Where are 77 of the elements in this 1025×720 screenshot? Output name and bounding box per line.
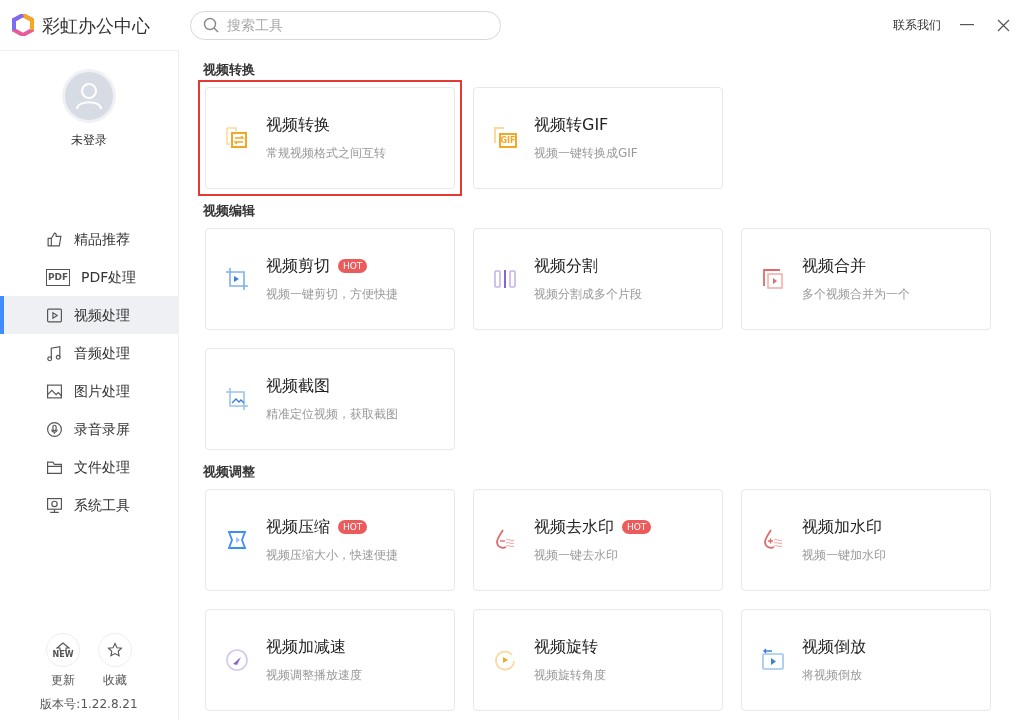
tool-title: 视频转GIF (534, 114, 609, 135)
tool-card[interactable]: 视频去水印 HOT 视频一键去水印 (473, 489, 723, 591)
sidebar-item[interactable]: 视频处理 (0, 296, 178, 334)
tool-title: 视频旋转 (534, 636, 598, 657)
minimize-icon (960, 24, 974, 26)
sidebar-item[interactable]: 系统工具 (0, 486, 178, 524)
tool-description: 视频分割成多个片段 (534, 285, 642, 303)
tool-card[interactable]: 视频加减速 视频调整播放速度 (205, 609, 455, 711)
sidebar-item[interactable]: 音频处理 (0, 334, 178, 372)
footer-label: 更新 (51, 672, 75, 689)
login-status[interactable]: 未登录 (71, 131, 107, 149)
play-icon (46, 306, 63, 324)
screenshot-icon (224, 386, 250, 412)
logo-icon (12, 14, 34, 36)
app-title: 彩虹办公中心 (42, 13, 150, 38)
music-note-icon (46, 344, 63, 362)
image-icon (46, 382, 63, 400)
speedometer-icon (224, 647, 250, 673)
tool-title: 视频压缩 (266, 516, 330, 537)
hot-badge: HOT (338, 258, 368, 273)
tool-description: 视频一键剪切，方便快捷 (266, 285, 398, 303)
tool-title: 视频截图 (266, 375, 330, 396)
tool-card[interactable]: 视频分割 视频分割成多个片段 (473, 228, 723, 330)
tool-title: 视频剪切 (266, 255, 330, 276)
house-arrow-icon (56, 641, 70, 651)
sidebar-item[interactable]: 图片处理 (0, 372, 178, 410)
thumbs-up-icon (46, 230, 63, 248)
tool-title: 视频倒放 (802, 636, 866, 657)
sidebar-item[interactable]: PDF PDF处理 (0, 258, 178, 296)
tool-card[interactable]: 视频压缩 HOT 视频压缩大小，快速便捷 (205, 489, 455, 591)
monitor-icon (46, 496, 63, 514)
tool-title: 视频加减速 (266, 636, 346, 657)
hot-badge: HOT (338, 519, 368, 534)
pdf-icon: PDF (46, 268, 70, 286)
rewind-screen-icon (760, 647, 786, 673)
search-input: 搜索工具 (227, 14, 488, 36)
tool-description: 常规视频格式之间互转 (266, 144, 386, 162)
tool-title: 视频分割 (534, 255, 598, 276)
merge-icon (760, 266, 786, 292)
section-heading: 视频编辑 (203, 203, 256, 219)
tool-description: 将视频倒放 (802, 666, 863, 684)
contact-link[interactable]: 联系我们 (893, 16, 941, 34)
tool-description: 视频一键转换成GIF (534, 144, 638, 162)
tool-description: 多个视频合并为一个 (802, 285, 910, 303)
tool-title: 视频合并 (802, 255, 866, 276)
tool-title: 视频加水印 (802, 516, 882, 537)
star-icon (107, 642, 123, 658)
search-icon (203, 17, 219, 33)
tool-card[interactable]: 视频截图 精准定位视频，获取截图 (205, 348, 455, 450)
tool-description: 视频压缩大小，快速便捷 (266, 546, 398, 564)
new-label: NEW (52, 650, 74, 659)
tool-description: 视频一键去水印 (534, 546, 619, 564)
tool-card[interactable]: 视频加水印 视频一键加水印 (741, 489, 991, 591)
tool-description: 视频旋转角度 (534, 666, 606, 684)
tool-card[interactable]: 视频剪切 HOT 视频一键剪切，方便快捷 (205, 228, 455, 330)
tool-description: 视频调整播放速度 (266, 666, 362, 684)
tool-description: 视频一键加水印 (802, 546, 886, 564)
tool-card[interactable]: 视频倒放 将视频倒放 (741, 609, 991, 711)
close-icon (996, 18, 1010, 32)
crop-icon (224, 266, 250, 292)
file-convert-icon (224, 125, 250, 151)
sidebar-item[interactable]: 精品推荐 (0, 220, 178, 258)
hot-badge: HOT (622, 519, 652, 534)
microphone-icon (46, 420, 63, 438)
version-label: 版本号:1.22.8.21 (39, 696, 139, 713)
tool-card[interactable]: 视频旋转 视频旋转角度 (473, 609, 723, 711)
tool-title: 视频转换 (266, 114, 330, 135)
tool-description: 精准定位视频，获取截图 (266, 405, 398, 423)
sidebar-item[interactable]: 文件处理 (0, 448, 178, 486)
tool-title: 视频去水印 (534, 516, 614, 537)
sidebar-item[interactable]: 录音录屏 (0, 410, 178, 448)
tool-card[interactable]: 视频合并 多个视频合并为一个 (741, 228, 991, 330)
section-heading: 视频转换 (203, 62, 256, 78)
section-heading: 视频调整 (203, 464, 256, 480)
tool-card[interactable]: 视频转换 常规视频格式之间互转 (205, 87, 455, 189)
tool-card[interactable]: GIF 视频转GIF 视频一键转换成GIF (473, 87, 723, 189)
footer-label: 收藏 (103, 672, 127, 689)
